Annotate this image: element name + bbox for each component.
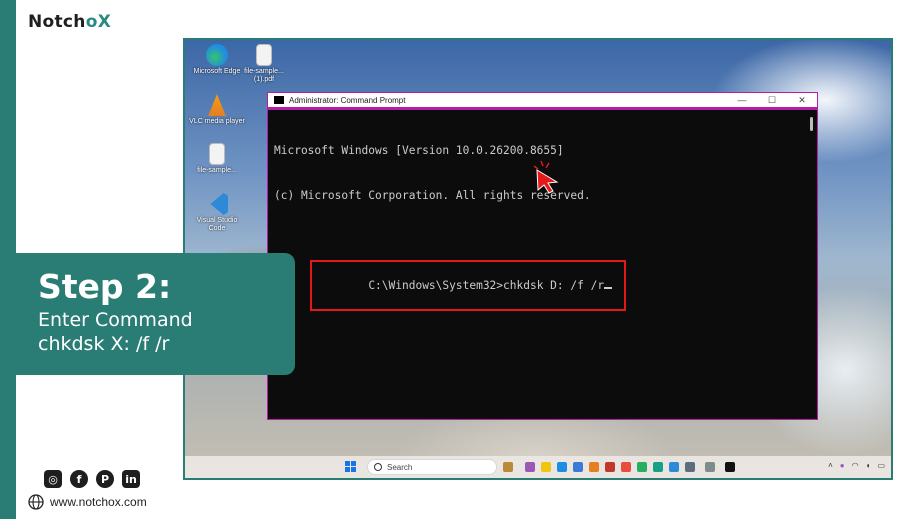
text-cursor: [604, 287, 613, 289]
red-pointer-icon: [533, 160, 559, 194]
system-tray[interactable]: ˄ ● ◠ ◖ ▭: [828, 461, 885, 470]
taskbar-app-icon[interactable]: [503, 462, 513, 472]
cmd-console-output[interactable]: Microsoft Windows [Version 10.0.26200.86…: [268, 110, 817, 329]
firefox-icon[interactable]: [589, 462, 599, 472]
step-card: Step 2: Enter Command chkdsk X: /f /r: [16, 253, 295, 375]
globe-icon: [28, 494, 44, 510]
desktop-icon-file[interactable]: file-sample...: [189, 143, 245, 175]
notchox-logo: NotchoX: [28, 12, 112, 32]
taskbar-app-icon[interactable]: [573, 462, 583, 472]
taskbar-app-icon[interactable]: [621, 462, 631, 472]
terminal-icon[interactable]: [725, 462, 735, 472]
social-links: ◎ f P in: [44, 470, 140, 488]
document-icon: [256, 44, 272, 66]
desktop-icon-vscode[interactable]: Visual Studio Code: [189, 193, 245, 233]
edge-icon[interactable]: [557, 462, 567, 472]
step-title: Step 2:: [38, 267, 172, 306]
cmd-app-icon: [274, 96, 284, 104]
taskbar-app-icon[interactable]: [653, 462, 663, 472]
cmd-scrollbar[interactable]: [810, 117, 813, 131]
left-accent-stripe: [0, 0, 16, 519]
linkedin-icon[interactable]: in: [122, 470, 140, 488]
cmd-prompt-command: C:\Windows\System32>chkdsk D: /f /r: [368, 279, 605, 292]
taskbar-app-icon[interactable]: [525, 462, 535, 472]
cmd-version-line: Microsoft Windows [Version 10.0.26200.86…: [274, 144, 564, 157]
windows-taskbar: Search ˄ ● ◠ ◖ ▭: [185, 456, 891, 478]
close-button[interactable]: ✕: [787, 93, 817, 107]
file-explorer-icon[interactable]: [541, 462, 551, 472]
maximize-button[interactable]: ☐: [757, 93, 787, 107]
chrome-icon[interactable]: [637, 462, 647, 472]
website-link[interactable]: www.notchox.com: [28, 494, 147, 510]
command-prompt-window[interactable]: Administrator: Command Prompt — ☐ ✕ Micr…: [267, 92, 818, 420]
taskbar-app-icon[interactable]: [605, 462, 615, 472]
edge-icon: [206, 44, 228, 66]
facebook-icon[interactable]: f: [70, 470, 88, 488]
wifi-icon[interactable]: ◠: [852, 461, 859, 470]
step-description-line2: chkdsk X: /f /r: [38, 333, 170, 355]
pinterest-icon[interactable]: P: [96, 470, 114, 488]
taskbar-app-icon[interactable]: [705, 462, 715, 472]
cmd-window-title: Administrator: Command Prompt: [289, 95, 406, 105]
taskbar-search-box[interactable]: Search: [367, 459, 497, 475]
desktop-icon-pdf[interactable]: file-sample...(1).pdf: [236, 44, 292, 84]
search-icon: [374, 463, 382, 471]
desktop-icon-vlc[interactable]: VLC media player: [189, 94, 245, 126]
instagram-icon[interactable]: ◎: [44, 470, 62, 488]
cmd-titlebar[interactable]: Administrator: Command Prompt — ☐ ✕: [268, 93, 817, 110]
taskbar-app-icon[interactable]: [685, 462, 695, 472]
command-highlight-box: C:\Windows\System32>chkdsk D: /f /r: [310, 260, 627, 311]
document-icon: [209, 143, 225, 165]
microphone-icon[interactable]: ●: [840, 461, 845, 470]
website-url: www.notchox.com: [50, 495, 147, 509]
volume-icon[interactable]: ◖: [866, 461, 871, 470]
battery-icon[interactable]: ▭: [877, 461, 885, 470]
taskbar-app-icon[interactable]: [669, 462, 679, 472]
chevron-up-icon[interactable]: ˄: [828, 461, 833, 470]
windows-start-icon[interactable]: [345, 461, 356, 472]
vlc-cone-icon: [208, 94, 226, 116]
vscode-icon: [210, 193, 228, 215]
minimize-button[interactable]: —: [727, 93, 757, 107]
step-description-line1: Enter Command: [38, 309, 193, 331]
